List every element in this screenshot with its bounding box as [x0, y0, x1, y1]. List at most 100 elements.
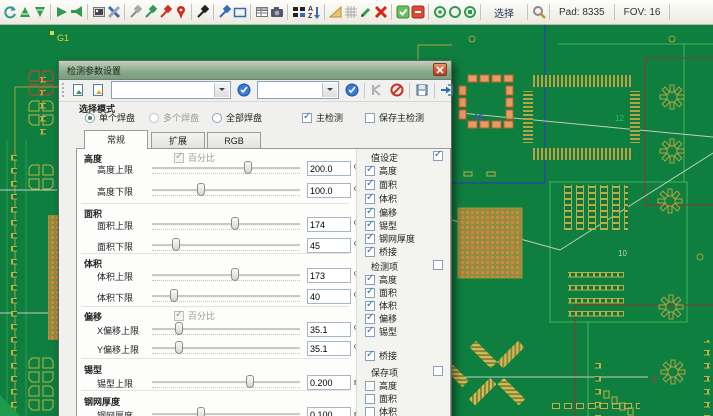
param-set-combobox[interactable]: [111, 81, 231, 99]
shape-upper-slider[interactable]: [152, 375, 300, 389]
stop-red-icon[interactable]: [410, 3, 425, 21]
tab-extended[interactable]: 扩展: [151, 132, 205, 148]
detect-height[interactable]: 高度: [365, 273, 397, 286]
table-icon[interactable]: [254, 3, 269, 21]
radio-multi-pad[interactable]: 多个焊盘: [149, 111, 199, 124]
save-items-master-checkbox[interactable]: [433, 366, 443, 376]
stencil-thickness-slider[interactable]: [152, 407, 300, 416]
shape-upper-input[interactable]: [307, 375, 351, 390]
area-upper-slider[interactable]: [152, 217, 300, 231]
save-height[interactable]: 高度: [365, 379, 397, 392]
save-volume[interactable]: 体积: [365, 405, 397, 416]
slider-thumb[interactable]: [231, 268, 239, 281]
tab-general[interactable]: 常规: [84, 130, 148, 149]
slider-thumb[interactable]: [172, 238, 180, 251]
detect-bridge[interactable]: 桥接: [365, 349, 397, 362]
volume-upper-slider[interactable]: [152, 268, 300, 282]
tiles-icon[interactable]: [291, 3, 306, 21]
check-main-detect[interactable]: 主检测: [302, 111, 343, 124]
pin-red-icon[interactable]: [158, 3, 173, 21]
combo-dropdown-button[interactable]: [322, 83, 337, 97]
ruler-icon[interactable]: [328, 3, 343, 21]
tools-icon[interactable]: [106, 3, 121, 21]
height-lower-input[interactable]: [307, 183, 351, 198]
save-disk-icon[interactable]: [412, 81, 432, 99]
value-set-area[interactable]: 面积: [365, 178, 397, 191]
volume-upper-input[interactable]: [307, 268, 351, 283]
slider-thumb[interactable]: [197, 183, 205, 196]
value-set-volume[interactable]: 体积: [365, 192, 397, 205]
value-set-shape[interactable]: 锡型: [365, 219, 397, 232]
block-icon[interactable]: [387, 81, 407, 99]
area-lower-input[interactable]: [307, 238, 351, 253]
sort-az-icon[interactable]: AZ: [306, 3, 321, 21]
slider-thumb[interactable]: [231, 217, 239, 230]
pin-green-icon[interactable]: [143, 3, 158, 21]
save-params-icon[interactable]: [88, 81, 108, 99]
detect-volume[interactable]: 体积: [365, 299, 397, 312]
slider-thumb[interactable]: [175, 322, 183, 335]
volume-lower-slider[interactable]: [152, 289, 300, 303]
x-offset-slider[interactable]: [152, 322, 300, 336]
area-upper-input[interactable]: [307, 217, 351, 232]
load-params-icon[interactable]: [68, 81, 88, 99]
toolbar-grip[interactable]: [62, 83, 64, 97]
circle-square-icon[interactable]: [462, 3, 477, 21]
value-set-height[interactable]: 高度: [365, 164, 397, 177]
zoom-a-up-icon[interactable]: [17, 3, 32, 21]
detect-items-master-checkbox[interactable]: [433, 260, 443, 270]
apply-param-icon[interactable]: [234, 81, 254, 99]
detect-offset[interactable]: 偏移: [365, 312, 397, 325]
slider-thumb[interactable]: [244, 161, 252, 174]
detect-shape[interactable]: 锡型: [365, 325, 397, 338]
flag-icon[interactable]: [54, 3, 69, 21]
value-set-offset[interactable]: 偏移: [365, 206, 397, 219]
horn-icon[interactable]: [69, 3, 84, 21]
tab-rgb[interactable]: RGB: [207, 132, 261, 148]
volume-lower-input[interactable]: [307, 289, 351, 304]
zoom-a-down-icon[interactable]: [32, 3, 47, 21]
height-upper-slider[interactable]: [152, 161, 300, 175]
close-button[interactable]: [433, 63, 447, 76]
camera-icon[interactable]: [269, 3, 284, 21]
pin-gray-icon[interactable]: [128, 3, 143, 21]
dialog-title-bar[interactable]: 检测参数设置: [59, 61, 451, 80]
mesh-icon[interactable]: [343, 3, 358, 21]
circle-icon[interactable]: [447, 3, 462, 21]
magnifier-icon[interactable]: [531, 3, 546, 21]
value-setting-master-checkbox[interactable]: [433, 151, 443, 161]
height-lower-slider[interactable]: [152, 183, 300, 197]
radio-single-pad[interactable]: 单个焊盘: [85, 111, 135, 124]
check-save-main-detect[interactable]: 保存主检测: [365, 111, 424, 124]
pin-blue-icon[interactable]: [217, 3, 232, 21]
slider-thumb[interactable]: [246, 375, 254, 388]
image-icon[interactable]: [91, 3, 106, 21]
x-offset-input[interactable]: [307, 322, 351, 337]
slider-thumb[interactable]: [175, 341, 183, 354]
area-lower-slider[interactable]: [152, 238, 300, 252]
param-group-combobox[interactable]: [257, 81, 339, 99]
detect-area[interactable]: 面积: [365, 286, 397, 299]
save-area[interactable]: 面积: [365, 392, 397, 405]
apply-green-icon[interactable]: [395, 3, 410, 21]
combo-dropdown-button[interactable]: [214, 83, 229, 97]
select-mode-label[interactable]: 选择: [494, 5, 514, 20]
apply-group-icon[interactable]: [342, 81, 362, 99]
delete-red-icon[interactable]: [373, 3, 388, 21]
value-set-bridge[interactable]: 桥接: [365, 245, 397, 258]
slider-thumb[interactable]: [197, 407, 205, 416]
map-pin-icon[interactable]: [173, 3, 188, 21]
y-offset-slider[interactable]: [152, 341, 300, 355]
pin-black-icon[interactable]: [195, 3, 210, 21]
height-upper-input[interactable]: [307, 161, 351, 176]
rotate-icon[interactable]: [2, 3, 17, 21]
stencil-thickness-input[interactable]: [307, 407, 351, 416]
exit-icon[interactable]: [437, 81, 457, 99]
select-rect-icon[interactable]: [232, 3, 247, 21]
y-offset-input[interactable]: [307, 341, 351, 356]
circle-dot-icon[interactable]: [432, 3, 447, 21]
slider-thumb[interactable]: [170, 289, 178, 302]
radio-all-pads[interactable]: 全部焊盘: [212, 111, 262, 124]
pencil-green-icon[interactable]: [358, 3, 373, 21]
value-set-stencil[interactable]: 钢网厚度: [365, 232, 415, 245]
